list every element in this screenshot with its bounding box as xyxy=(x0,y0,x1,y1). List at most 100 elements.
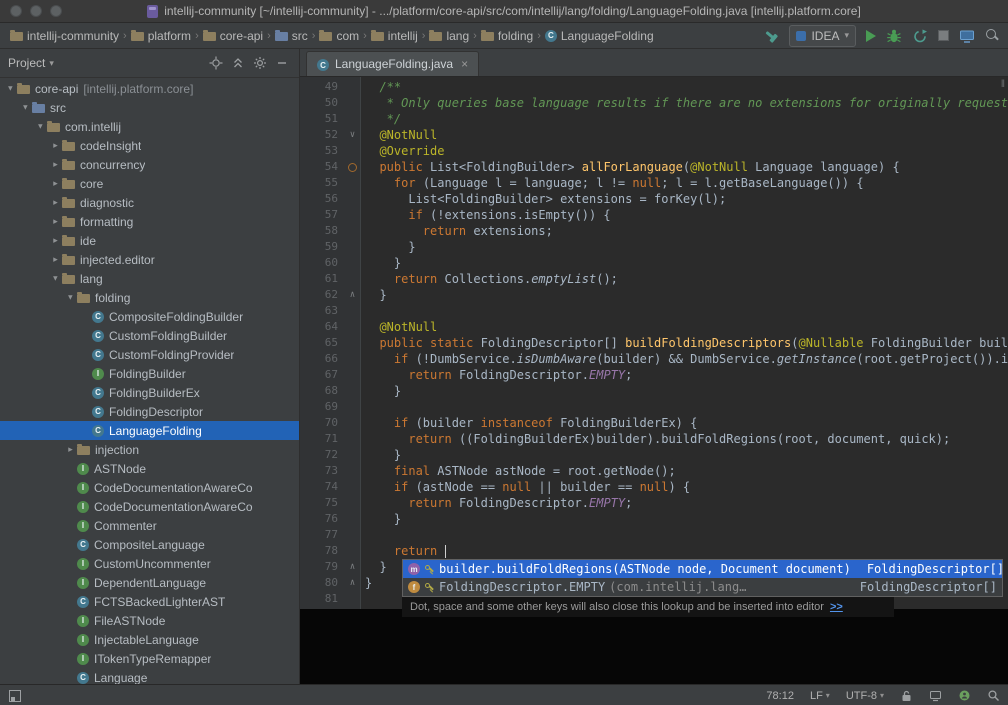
line-number[interactable]: 61 xyxy=(300,271,344,287)
gutter-cell[interactable] xyxy=(344,223,361,239)
code-text[interactable] xyxy=(361,527,1008,543)
code-text[interactable]: public static FoldingDescriptor[] buildF… xyxy=(361,335,1008,351)
code-text[interactable]: } xyxy=(361,383,1008,399)
debug-button[interactable] xyxy=(886,28,902,44)
line-number[interactable]: 69 xyxy=(300,399,344,415)
line-number[interactable]: 67 xyxy=(300,367,344,383)
tree-item-codeinsight[interactable]: ▸ codeInsight xyxy=(0,136,299,155)
chevron-right-icon[interactable]: ▸ xyxy=(64,444,77,455)
tree-item-compositelanguage[interactable]: C CompositeLanguage xyxy=(0,535,299,554)
line-number[interactable]: 65 xyxy=(300,335,344,351)
gutter-cell[interactable] xyxy=(344,159,361,175)
code-text[interactable]: if (astNode == null || builder == null) … xyxy=(361,479,1008,495)
line-number[interactable]: 78 xyxy=(300,543,344,559)
gutter-cell[interactable] xyxy=(344,367,361,383)
tree-item-itokentyperemapper[interactable]: I ITokenTypeRemapper xyxy=(0,649,299,668)
code-text[interactable]: @Override xyxy=(361,143,1008,159)
line-number[interactable]: 70 xyxy=(300,415,344,431)
code-text[interactable]: } xyxy=(361,239,1008,255)
encoding-select[interactable]: UTF-8 ▾ xyxy=(846,690,884,702)
breadcrumb-item-platform[interactable]: platform xyxy=(129,29,193,43)
gutter-cell[interactable] xyxy=(344,543,361,559)
code-text[interactable] xyxy=(361,303,1008,319)
line-number[interactable]: 49 xyxy=(300,79,344,95)
preview-icon[interactable] xyxy=(929,689,942,702)
monitor-icon[interactable] xyxy=(959,28,975,44)
tree-item-language[interactable]: C Language xyxy=(0,668,299,684)
line-number[interactable]: 80 xyxy=(300,575,344,591)
inspections-profile-icon[interactable] xyxy=(958,689,971,702)
breadcrumb-item-lang[interactable]: lang xyxy=(427,29,471,43)
breadcrumb-item-languagefolding[interactable]: C LanguageFolding xyxy=(543,29,656,43)
completion-item-foldingdescriptor-empty[interactable]: f FoldingDescriptor.EMPTY (com.intellij.l… xyxy=(403,578,1002,596)
chevron-right-icon[interactable]: ▸ xyxy=(49,140,62,151)
line-number[interactable]: 55 xyxy=(300,175,344,191)
tree-item-customuncommenter[interactable]: I CustomUncommenter xyxy=(0,554,299,573)
fold-end-icon[interactable]: ∧ xyxy=(344,575,361,591)
chevron-down-icon[interactable]: ▾ xyxy=(49,58,54,69)
code-line-71[interactable]: 71 return ((FoldingBuilderEx)builder).bu… xyxy=(300,431,1008,447)
tree-item-languagefolding[interactable]: C LanguageFolding xyxy=(0,421,299,440)
line-number[interactable]: 51 xyxy=(300,111,344,127)
tree-item-foldingdescriptor[interactable]: C FoldingDescriptor xyxy=(0,402,299,421)
line-number[interactable]: 60 xyxy=(300,255,344,271)
code-text[interactable] xyxy=(361,399,1008,415)
code-line-50[interactable]: 50 * Only queries base language results … xyxy=(300,95,1008,111)
line-number[interactable]: 72 xyxy=(300,447,344,463)
gutter-cell[interactable] xyxy=(344,271,361,287)
chevron-down-icon[interactable]: ▸ xyxy=(35,120,46,133)
gutter-cell[interactable] xyxy=(344,527,361,543)
code-line-55[interactable]: 55 for (Language l = language; l != null… xyxy=(300,175,1008,191)
line-number[interactable]: 66 xyxy=(300,351,344,367)
line-number[interactable]: 54 xyxy=(300,159,344,175)
code-line-60[interactable]: 60 } xyxy=(300,255,1008,271)
gear-icon[interactable] xyxy=(251,54,269,72)
code-line-74[interactable]: 74 if (astNode == null || builder == nul… xyxy=(300,479,1008,495)
code-line-63[interactable]: 63 xyxy=(300,303,1008,319)
collapse-all-icon[interactable] xyxy=(229,54,247,72)
line-number[interactable]: 50 xyxy=(300,95,344,111)
line-number[interactable]: 62 xyxy=(300,287,344,303)
line-number[interactable]: 52 xyxy=(300,127,344,143)
code-text[interactable]: return ((FoldingBuilderEx)builder).build… xyxy=(361,431,1008,447)
chevron-right-icon[interactable]: ▸ xyxy=(49,216,62,227)
gutter-cell[interactable] xyxy=(344,591,361,607)
completion-item-builder-buildfoldregions[interactable]: m builder.buildFoldRegions(ASTNode node, … xyxy=(403,560,1004,578)
line-number[interactable]: 53 xyxy=(300,143,344,159)
gutter-cell[interactable] xyxy=(344,383,361,399)
code-line-69[interactable]: 69 xyxy=(300,399,1008,415)
tree-item-foldingbuilder[interactable]: I FoldingBuilder xyxy=(0,364,299,383)
override-marker-icon[interactable] xyxy=(348,162,357,172)
code-text[interactable]: */ xyxy=(361,111,1008,127)
gutter-cell[interactable] xyxy=(344,191,361,207)
code-text[interactable]: List<FoldingBuilder> extensions = forKey… xyxy=(361,191,1008,207)
code-line-54[interactable]: 54 public List<FoldingBuilder> allForLan… xyxy=(300,159,1008,175)
gutter-cell[interactable] xyxy=(344,319,361,335)
code-text[interactable]: if (!DumbService.isDumbAware(builder) &&… xyxy=(361,351,1008,367)
tree-item-ide[interactable]: ▸ ide xyxy=(0,231,299,250)
gutter-cell[interactable] xyxy=(344,431,361,447)
build-icon[interactable] xyxy=(763,28,779,44)
line-number[interactable]: 59 xyxy=(300,239,344,255)
gutter-cell[interactable] xyxy=(344,79,361,95)
code-line-49[interactable]: 49 /** xyxy=(300,79,1008,95)
gutter-cell[interactable] xyxy=(344,415,361,431)
chevron-right-icon[interactable]: ▸ xyxy=(49,197,62,208)
close-tab-icon[interactable]: × xyxy=(461,57,468,71)
tree-item-injected-editor[interactable]: ▸ injected.editor xyxy=(0,250,299,269)
tree-item-injectablelanguage[interactable]: I InjectableLanguage xyxy=(0,630,299,649)
gutter-cell[interactable] xyxy=(344,511,361,527)
code-line-70[interactable]: 70 if (builder instanceof FoldingBuilder… xyxy=(300,415,1008,431)
tree-item-diagnostic[interactable]: ▸ diagnostic xyxy=(0,193,299,212)
search-everywhere-icon[interactable] xyxy=(985,28,1000,43)
code-text[interactable]: @NotNull xyxy=(361,127,1008,143)
code-line-59[interactable]: 59 } xyxy=(300,239,1008,255)
fold-open-icon[interactable]: ∨ xyxy=(344,127,361,143)
code-text[interactable]: return xyxy=(361,543,1008,559)
line-number[interactable]: 74 xyxy=(300,479,344,495)
code-text[interactable]: return Collections.emptyList(); xyxy=(361,271,1008,287)
code-text[interactable]: } xyxy=(361,511,1008,527)
code-line-73[interactable]: 73 final ASTNode astNode = root.getNode(… xyxy=(300,463,1008,479)
chevron-down-icon[interactable]: ▸ xyxy=(50,272,61,285)
line-number[interactable]: 77 xyxy=(300,527,344,543)
